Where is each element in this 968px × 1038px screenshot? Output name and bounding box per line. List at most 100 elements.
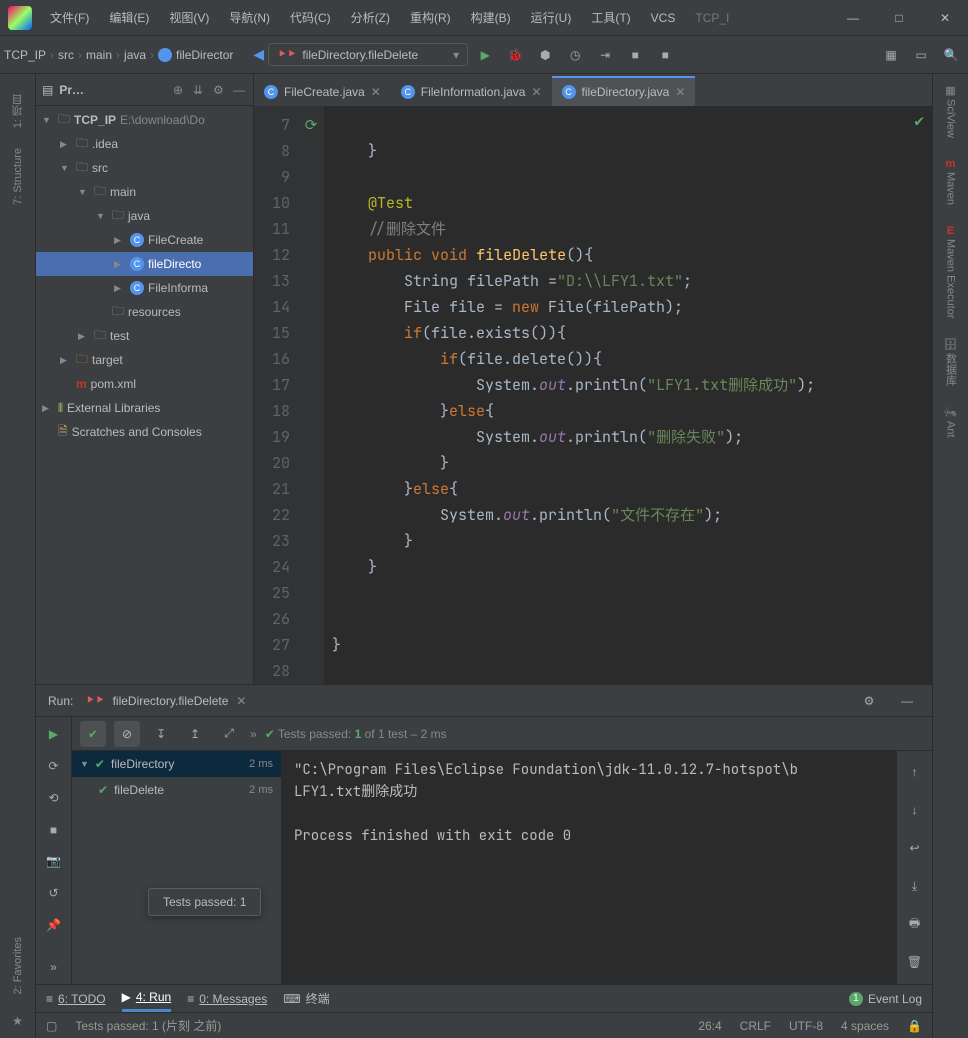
- indent-info[interactable]: 4 spaces: [841, 1019, 889, 1033]
- gutter-sciview[interactable]: ▦SciView: [945, 84, 957, 138]
- tree-item[interactable]: 🗀resources: [36, 300, 253, 324]
- run-toolwindow-button[interactable]: ▶ 4: Run: [122, 985, 172, 1012]
- console-output[interactable]: "C:\Program Files\Eclipse Foundation\jdk…: [282, 751, 896, 984]
- tree-item[interactable]: ▼🗀java: [36, 204, 253, 228]
- code-editor[interactable]: 7891011121314151617181920212223242526272…: [254, 106, 932, 684]
- minimize-button[interactable]: ―: [830, 0, 876, 36]
- terminal-button[interactable]: ⌨ 终端: [283, 990, 329, 1007]
- rerun-button[interactable]: ▶: [41, 723, 67, 745]
- menu-item[interactable]: 视图(V): [159, 0, 219, 35]
- stop-all-button[interactable]: ■: [652, 42, 678, 68]
- tree-external-libs[interactable]: ▶⫴ External Libraries: [36, 396, 253, 420]
- project-tree[interactable]: ▼🗀 TCP_IP E:\download\Do ▶🗀.idea▼🗀src▼🗀m…: [36, 106, 253, 684]
- show-passed-button[interactable]: ✔: [80, 721, 106, 747]
- toggle-auto-button[interactable]: ⟳: [41, 755, 67, 777]
- test-tree[interactable]: ▼✔fileDirectory2 ms✔fileDelete2 ms: [72, 751, 282, 984]
- print-icon[interactable]: 🖶: [902, 911, 928, 937]
- menu-item[interactable]: 构建(B): [461, 0, 521, 35]
- messages-button[interactable]: ≡ 0: Messages: [187, 992, 267, 1006]
- expand-button[interactable]: ⤢: [216, 721, 242, 747]
- gutter-maven[interactable]: mMaven: [945, 158, 957, 205]
- gutter-maven-exec[interactable]: EMaven Executor: [945, 225, 957, 318]
- close-tab-icon[interactable]: ✕: [675, 85, 685, 99]
- gutter-ant[interactable]: 🐜Ant: [944, 406, 958, 438]
- tree-item[interactable]: ▼🗀src: [36, 156, 253, 180]
- encoding[interactable]: UTF-8: [789, 1019, 823, 1033]
- show-ignored-button[interactable]: ⊘: [114, 721, 140, 747]
- tree-item[interactable]: ▶🗀.idea: [36, 132, 253, 156]
- toolwindows-icon[interactable]: ▢: [46, 1019, 57, 1033]
- menu-item[interactable]: 分析(Z): [341, 0, 400, 35]
- close-button[interactable]: ✕: [922, 0, 968, 36]
- editor-tab[interactable]: CFileCreate.java✕: [254, 76, 391, 106]
- code-content[interactable]: } @Test //删除文件 public void fileDelete(){…: [324, 106, 932, 684]
- menu-item[interactable]: 文件(F): [40, 0, 99, 35]
- hide-icon[interactable]: ―: [233, 83, 247, 97]
- line-separator[interactable]: CRLF: [740, 1019, 771, 1033]
- run-coverage-button[interactable]: ⬢: [532, 42, 558, 68]
- tree-item[interactable]: mpom.xml: [36, 372, 253, 396]
- tree-item[interactable]: ▶🗀target: [36, 348, 253, 372]
- breadcrumb-item[interactable]: TCP_IP: [4, 48, 46, 62]
- tree-item[interactable]: ▶CfileDirecto: [36, 252, 253, 276]
- sort-down-button[interactable]: ↧: [148, 721, 174, 747]
- hide-run-icon[interactable]: ―: [894, 688, 920, 714]
- editor-tab[interactable]: CFileInformation.java✕: [391, 76, 552, 106]
- close-tab-icon[interactable]: ✕: [371, 85, 381, 99]
- stop-button[interactable]: ■: [622, 42, 648, 68]
- breadcrumb-item[interactable]: fileDirector: [158, 48, 233, 62]
- tree-item[interactable]: ▼🗀main: [36, 180, 253, 204]
- menu-item[interactable]: 运行(U): [521, 0, 582, 35]
- test-tree-item[interactable]: ▼✔fileDirectory2 ms: [72, 751, 281, 777]
- search-everywhere-icon[interactable]: 🔍: [938, 42, 964, 68]
- restore-layout-button[interactable]: ↺: [41, 882, 67, 904]
- gutter-project[interactable]: 1: 项目: [10, 94, 26, 128]
- scroll-to-end-icon[interactable]: ⤓: [902, 873, 928, 899]
- pin-button[interactable]: 📌: [41, 914, 67, 936]
- tree-item[interactable]: ▶CFileCreate: [36, 228, 253, 252]
- menu-item[interactable]: 编辑(E): [99, 0, 159, 35]
- menu-item[interactable]: 导航(N): [219, 0, 280, 35]
- target-icon[interactable]: ⊕: [173, 83, 187, 97]
- stop-tests-button[interactable]: ■: [41, 819, 67, 841]
- gutter-structure[interactable]: 7: Structure: [12, 148, 24, 205]
- dump-button[interactable]: 📷: [41, 851, 67, 873]
- close-run-tab[interactable]: ✕: [236, 694, 246, 708]
- soft-wrap-icon[interactable]: ↩: [902, 835, 928, 861]
- tree-root[interactable]: ▼🗀 TCP_IP E:\download\Do: [36, 108, 253, 132]
- clear-icon[interactable]: 🗑: [902, 949, 928, 975]
- rerun-failed-button[interactable]: ⟲: [41, 787, 67, 809]
- scroll-down-icon[interactable]: ↓: [902, 797, 928, 823]
- breadcrumb-item[interactable]: main: [86, 48, 112, 62]
- attach-button[interactable]: ⇥: [592, 42, 618, 68]
- menu-item[interactable]: VCS: [641, 0, 686, 35]
- run-config-selector[interactable]: ⯈⯈ fileDirectory.fileDelete ▾: [268, 43, 468, 66]
- debug-button[interactable]: 🐞: [502, 42, 528, 68]
- breadcrumb-item[interactable]: java: [124, 48, 146, 62]
- tree-item[interactable]: ▶🗀test: [36, 324, 253, 348]
- lock-icon[interactable]: 🔒: [907, 1019, 922, 1033]
- ide-tool-2[interactable]: ▭: [908, 42, 934, 68]
- close-tab-icon[interactable]: ✕: [531, 85, 541, 99]
- ide-tool-1[interactable]: ▦: [878, 42, 904, 68]
- profile-button[interactable]: ◷: [562, 42, 588, 68]
- run-settings-icon[interactable]: ⚙: [856, 688, 882, 714]
- tree-scratches[interactable]: 🗎 Scratches and Consoles: [36, 420, 253, 444]
- run-button[interactable]: ▶: [472, 42, 498, 68]
- more-button[interactable]: »: [41, 956, 67, 978]
- scroll-up-icon[interactable]: ↑: [902, 759, 928, 785]
- star-icon[interactable]: ★: [12, 1014, 23, 1038]
- event-log-button[interactable]: 1 Event Log: [849, 992, 922, 1006]
- collapse-icon[interactable]: ⇊: [193, 83, 207, 97]
- todo-button[interactable]: ≡ 6: TODO: [46, 992, 106, 1006]
- tree-item[interactable]: ▶CFileInforma: [36, 276, 253, 300]
- caret-position[interactable]: 26:4: [698, 1019, 721, 1033]
- menu-item[interactable]: 重构(R): [400, 0, 461, 35]
- gutter-favorites[interactable]: 2: Favorites: [12, 937, 24, 994]
- editor-tab[interactable]: CfileDirectory.java✕: [552, 76, 696, 106]
- back-icon[interactable]: ◀: [253, 46, 264, 63]
- menu-item[interactable]: 工具(T): [581, 0, 640, 35]
- menu-item[interactable]: 代码(C): [280, 0, 341, 35]
- maximize-button[interactable]: □: [876, 0, 922, 36]
- test-tree-item[interactable]: ✔fileDelete2 ms: [72, 777, 281, 803]
